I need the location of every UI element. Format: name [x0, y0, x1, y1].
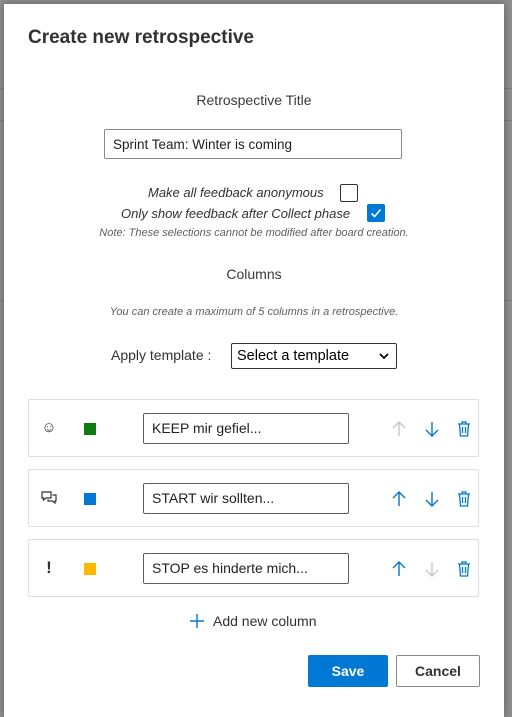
- move-up-icon[interactable]: [389, 489, 409, 509]
- chat-bubbles-icon: [41, 491, 57, 505]
- background-divider: [504, 88, 512, 89]
- save-button[interactable]: Save: [308, 655, 388, 687]
- anonymous-option-label: Make all feedback anonymous: [148, 185, 324, 200]
- smiley-icon[interactable]: ☺: [39, 418, 59, 438]
- column-title-input[interactable]: STOP es hinderte mich...: [143, 553, 349, 584]
- template-select-value: Select a template: [237, 348, 350, 364]
- add-column-label: Add new column: [213, 613, 317, 629]
- move-down-icon[interactable]: [422, 489, 442, 509]
- column-title-input[interactable]: START wir sollten...: [143, 483, 349, 514]
- background-divider: [504, 300, 512, 301]
- collect-phase-checkbox[interactable]: [367, 204, 385, 222]
- selection-note: Note: These selections cannot be modifie…: [99, 227, 409, 239]
- anonymous-checkbox[interactable]: [340, 184, 358, 202]
- move-down-icon[interactable]: [422, 419, 442, 439]
- delete-icon[interactable]: [454, 559, 474, 579]
- background-divider: [504, 120, 512, 121]
- retro-title-label: Retrospective Title: [196, 92, 312, 108]
- template-select[interactable]: Select a template: [231, 343, 397, 369]
- cancel-button[interactable]: Cancel: [396, 655, 480, 687]
- delete-icon[interactable]: [454, 419, 474, 439]
- move-down-icon[interactable]: [422, 559, 442, 579]
- checkmark-icon: [370, 208, 382, 218]
- exclamation-icon[interactable]: !: [39, 558, 59, 578]
- column-color-swatch[interactable]: [84, 563, 96, 575]
- template-label: Apply template :: [111, 347, 212, 363]
- plus-icon: [190, 614, 204, 628]
- columns-label: Columns: [226, 266, 282, 282]
- chat-icon[interactable]: [39, 488, 59, 508]
- create-retrospective-dialog: Create new retrospective Retrospective T…: [4, 4, 504, 717]
- retro-title-input[interactable]: Sprint Team: Winter is coming: [104, 129, 402, 159]
- columns-hint: You can create a maximum of 5 columns in…: [109, 306, 399, 318]
- dialog-title: Create new retrospective: [28, 27, 254, 48]
- chevron-down-icon: [379, 353, 389, 360]
- column-row: ! STOP es hinderte mich...: [28, 539, 479, 597]
- column-title-input[interactable]: KEEP mir gefiel...: [143, 413, 349, 444]
- delete-icon[interactable]: [454, 489, 474, 509]
- column-color-swatch[interactable]: [84, 423, 96, 435]
- move-up-icon[interactable]: [389, 559, 409, 579]
- column-row: ☺ KEEP mir gefiel...: [28, 399, 479, 457]
- column-color-swatch[interactable]: [84, 493, 96, 505]
- move-up-icon[interactable]: [389, 419, 409, 439]
- collect-phase-option-label: Only show feedback after Collect phase: [121, 206, 351, 221]
- column-row: START wir sollten...: [28, 469, 479, 527]
